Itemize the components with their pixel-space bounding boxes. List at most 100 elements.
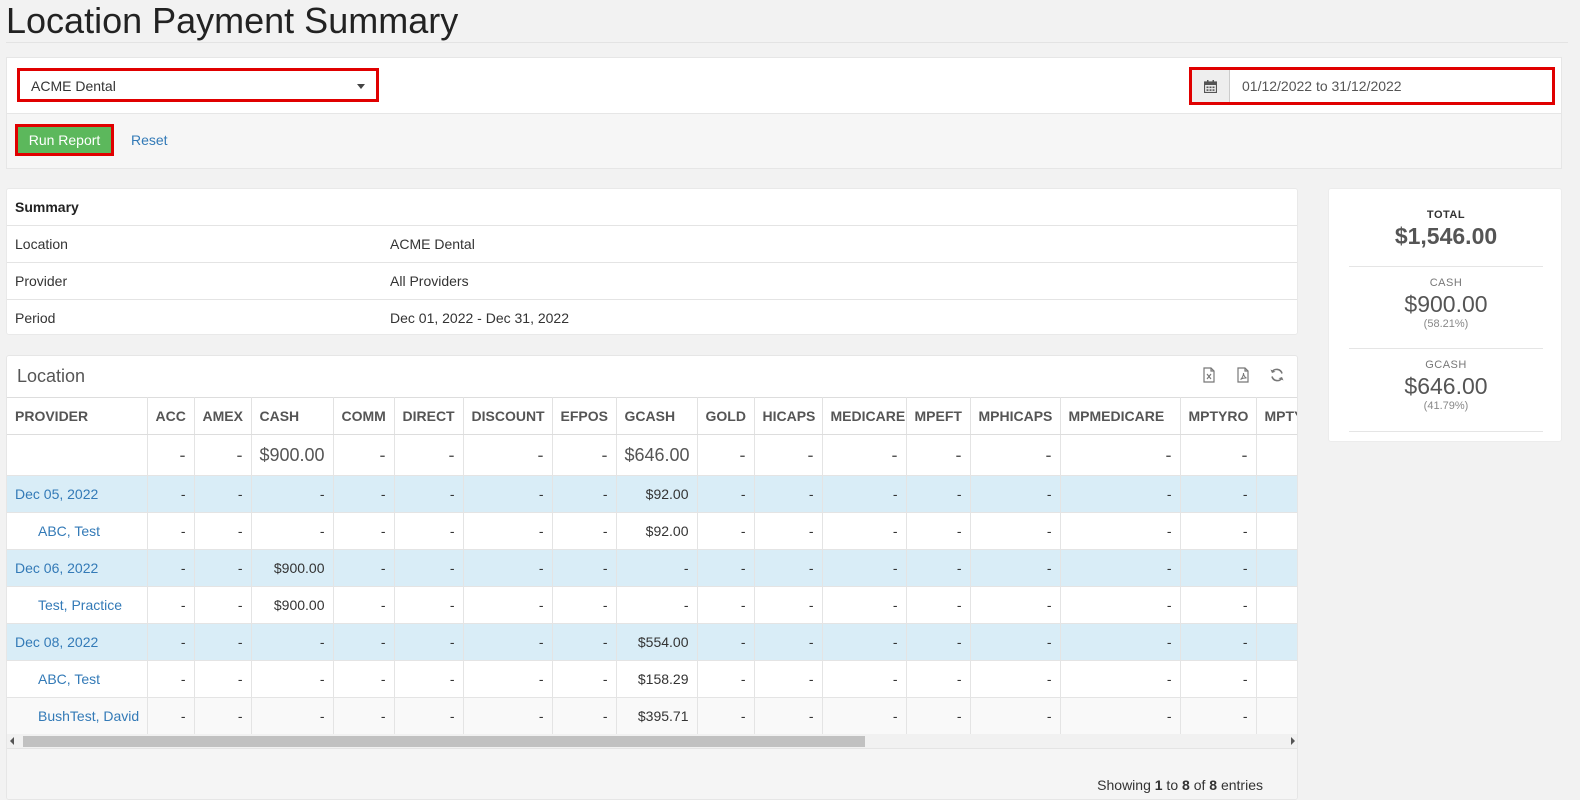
reset-link[interactable]: Reset: [131, 132, 168, 148]
table-cell: -: [970, 623, 1061, 661]
date-range-input[interactable]: 01/12/2022 to 31/12/2022: [1189, 67, 1555, 105]
table-cell: -: [906, 549, 971, 587]
table-toolbar: [1201, 367, 1285, 383]
summary-key: Period: [15, 310, 56, 326]
horizontal-scrollbar[interactable]: [7, 734, 1297, 748]
table-row-provider: ABC, Test - - - - - - - $158.29- - - - - - -: [7, 660, 1297, 698]
summary-heading: Summary: [15, 199, 79, 215]
table-cell: -: [552, 697, 617, 734]
table-cell: -: [754, 623, 823, 661]
table-cell: -: [754, 660, 823, 698]
table-cell: -: [394, 512, 464, 550]
table-cell: -: [754, 697, 823, 734]
table-cell: -: [822, 475, 907, 513]
table-cell: -: [333, 475, 395, 513]
column-header[interactable]: GCASH: [616, 397, 698, 435]
table-cell: $92.00: [616, 475, 698, 513]
column-header[interactable]: MPTYRO: [1180, 397, 1257, 435]
table-cell: -: [147, 512, 195, 550]
provider-link[interactable]: Test, Practice: [15, 597, 122, 613]
table-cell: -: [1060, 660, 1181, 698]
table-cell: -: [822, 512, 907, 550]
table-cell: -: [552, 475, 617, 513]
column-header[interactable]: DISCOUNT: [463, 397, 553, 435]
table-cell: -: [147, 586, 195, 624]
entries-mid: of: [1189, 777, 1210, 793]
column-header[interactable]: HICAPS: [754, 397, 823, 435]
pdf-export-icon[interactable]: [1235, 367, 1251, 383]
table-cell: -: [463, 549, 553, 587]
table-cell: -: [194, 623, 252, 661]
location-table: PROVIDER ACC AMEX CASH COMM DIRECT DISCO…: [7, 397, 1297, 734]
column-header[interactable]: EFPOS: [552, 397, 617, 435]
table-cell: [1256, 697, 1297, 734]
totals-divider: [1349, 348, 1543, 349]
summary-value: All Providers: [390, 273, 469, 289]
table-cell: -: [394, 697, 464, 734]
scroll-right-icon[interactable]: [1291, 737, 1295, 745]
column-header[interactable]: MPTYRO: [1256, 397, 1297, 435]
table-cell: -: [1180, 512, 1257, 550]
table-row-date: Dec 06, 2022- - $900.00- - - - - - - - - - - -: [7, 549, 1297, 587]
column-header[interactable]: MPHICAPS: [970, 397, 1061, 435]
table-cell: -: [147, 697, 195, 734]
gcash-percent: (41.79%): [1423, 400, 1469, 412]
run-report-button[interactable]: Run Report: [15, 124, 114, 156]
location-table-scroll[interactable]: PROVIDER ACC AMEX CASH COMM DIRECT DISCO…: [7, 397, 1297, 734]
excel-export-icon[interactable]: [1201, 367, 1217, 383]
table-cell: -: [333, 586, 395, 624]
column-header[interactable]: PROVIDER: [7, 397, 148, 435]
column-header[interactable]: MEDICARE: [822, 397, 907, 435]
column-header[interactable]: COMM: [333, 397, 395, 435]
provider-link[interactable]: ABC, Test: [15, 671, 100, 687]
table-cell: -: [1180, 434, 1257, 476]
table-row-provider: ABC, Test - - - - - - - $92.00- - - - - - -: [7, 512, 1297, 550]
table-cell: Dec 08, 2022: [7, 623, 148, 661]
column-header[interactable]: ACC: [147, 397, 195, 435]
scroll-left-icon[interactable]: [10, 737, 14, 745]
scrollbar-thumb[interactable]: [23, 736, 865, 747]
table-cell: -: [333, 697, 395, 734]
column-header[interactable]: MPEFT: [906, 397, 971, 435]
table-row-provider: BushTest, David - - - - - - - $395.71- - - - - - -: [7, 697, 1297, 734]
location-select[interactable]: ACME Dental: [17, 68, 379, 102]
provider-link[interactable]: BushTest, David: [15, 708, 139, 724]
column-header[interactable]: AMEX: [194, 397, 252, 435]
table-cell: -: [1060, 586, 1181, 624]
table-cell: -: [697, 549, 755, 587]
table-row-provider: Test, Practice - - $900.00- - - - - - - - - - - -: [7, 586, 1297, 624]
table-cell: -: [147, 475, 195, 513]
summary-card: Summary Location ACME Dental Provider Al…: [6, 188, 1298, 335]
table-cell: $158.29: [616, 660, 698, 698]
table-cell: -: [394, 475, 464, 513]
table-footer: Showing 1 to 8 of 8 entries: [7, 748, 1297, 799]
column-header[interactable]: DIRECT: [394, 397, 464, 435]
table-cell: -: [147, 434, 195, 476]
provider-link[interactable]: ABC, Test: [15, 523, 100, 539]
column-header[interactable]: GOLD: [697, 397, 755, 435]
refresh-icon[interactable]: [1269, 367, 1285, 383]
date-link[interactable]: Dec 06, 2022: [15, 560, 98, 576]
filter-actions-row: [7, 113, 1561, 168]
cash-block: CASH $900.00 (58.21%): [1349, 277, 1543, 330]
column-header[interactable]: MPMEDICARE: [1060, 397, 1181, 435]
table-cell: -: [754, 434, 823, 476]
table-cell: ABC, Test: [7, 512, 148, 550]
entries-from: 1: [1154, 777, 1163, 793]
calendar-icon[interactable]: [1192, 70, 1230, 102]
table-cell: -: [970, 586, 1061, 624]
date-link[interactable]: Dec 08, 2022: [15, 634, 98, 650]
table-cell: -: [394, 623, 464, 661]
table-cell: -: [394, 434, 464, 476]
column-header[interactable]: CASH: [251, 397, 334, 435]
gcash-label: GCASH: [1425, 359, 1467, 371]
table-cell: -: [906, 434, 971, 476]
table-cell: -: [1060, 434, 1181, 476]
table-cell: -: [970, 697, 1061, 734]
table-cell: $900.00: [251, 586, 334, 624]
date-link[interactable]: Dec 05, 2022: [15, 486, 98, 502]
table-cell: -: [822, 434, 907, 476]
date-range-value: 01/12/2022 to 31/12/2022: [1242, 78, 1402, 94]
table-cell: -: [147, 660, 195, 698]
table-cell: -: [251, 512, 334, 550]
